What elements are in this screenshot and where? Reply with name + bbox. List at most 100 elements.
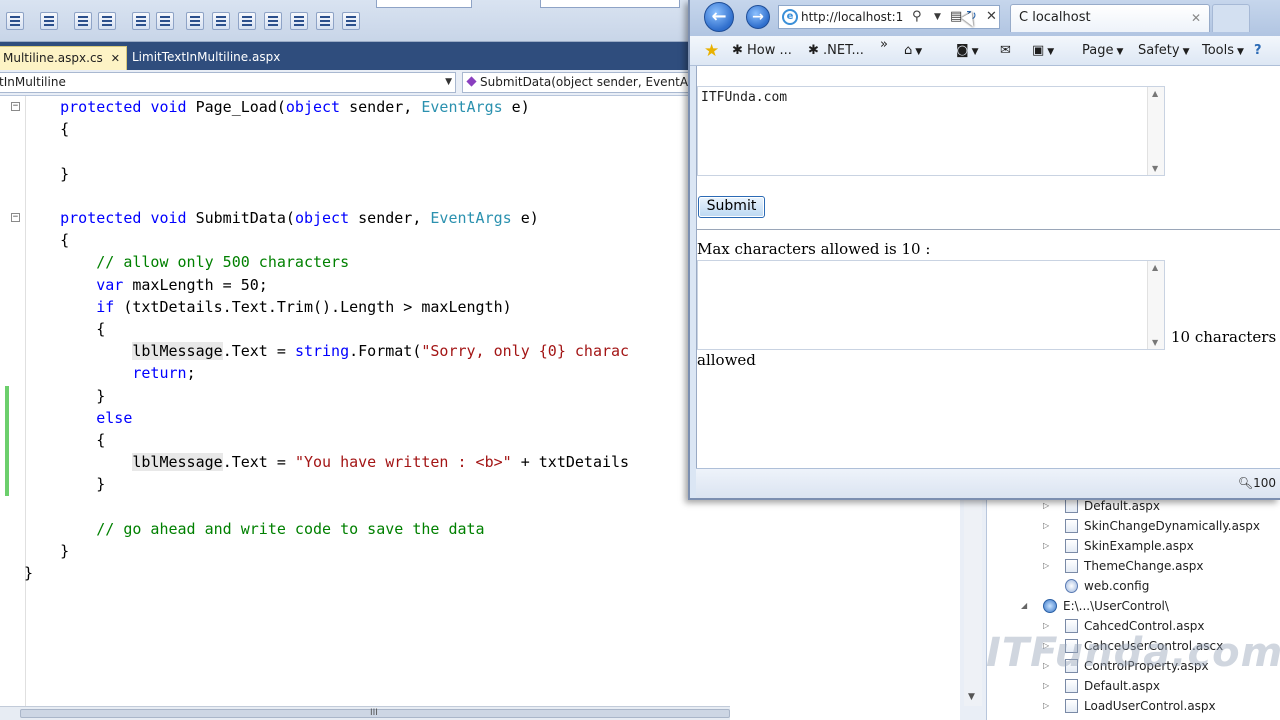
indent-icon[interactable] [74,12,92,30]
textarea-scrollbar[interactable]: ▲ ▼ [1147,261,1164,349]
code-token: ; [186,364,196,383]
expand-arrow-icon[interactable]: ▷ [1043,676,1049,696]
uncomment-icon[interactable] [156,12,174,30]
find-icon[interactable] [316,12,334,30]
align-center-icon[interactable] [40,12,58,30]
chevron-down-icon: ▼ [445,77,452,87]
next-bookmark-icon[interactable] [238,12,256,30]
solution-item[interactable]: ▷ ThemeChange.aspx [1043,556,1203,576]
comment-icon[interactable] [132,12,150,30]
expand-arrow-icon[interactable]: ▷ [1043,516,1049,536]
outdent-icon[interactable] [98,12,116,30]
code-line[interactable] [24,496,684,518]
scroll-up-icon[interactable]: ▲ [1152,263,1158,272]
zoom-icon: 🔍︎ [1237,476,1254,490]
expand-arrow-icon[interactable]: ▷ [1043,536,1049,556]
solution-item[interactable]: ◢ E:\...\UserControl\ [1021,596,1169,616]
tab-markup[interactable]: LimitTextInMultiline.aspx [126,46,286,70]
expand-arrow-icon[interactable]: ▷ [1043,556,1049,576]
textarea-scrollbar[interactable]: ▲ ▼ [1147,87,1164,175]
member-dropdown[interactable]: SubmitData(object sender, EventArgs [462,72,694,93]
code-line[interactable]: return; [24,362,684,384]
scroll-up-icon[interactable]: ▲ [1152,89,1158,98]
solution-item[interactable]: ▷ LoadUserControl.aspx [1043,696,1216,716]
code-token: } [24,542,70,561]
solution-item[interactable]: web.config [1065,576,1149,596]
bookmark-icon[interactable] [186,12,204,30]
code-text[interactable]: protected void Page_Load(object sender, … [24,96,684,584]
find-combo[interactable] [540,0,680,8]
code-line[interactable]: } [24,473,684,495]
expand-arrow-icon[interactable]: ▷ [1043,696,1049,716]
safety-menu[interactable]: Safety ▼ [1138,36,1190,66]
tools-menu[interactable]: Tools ▼ [1202,36,1244,66]
collapse-icon[interactable]: − [11,102,20,111]
address-dropdown-icon[interactable]: ▼ [934,5,941,29]
code-token: if [96,297,115,316]
code-line[interactable]: lblMessage.Text = "You have written : <b… [24,451,684,473]
close-icon[interactable]: ✕ [1191,5,1201,31]
code-line[interactable]: } [24,540,684,562]
code-line[interactable]: { [24,429,684,451]
code-line[interactable]: } [24,163,684,185]
class-dropdown[interactable]: tInMultiline ▼ [0,72,456,93]
browser-tab-localhost[interactable]: C localhost ✕ [1010,4,1210,32]
replace-icon[interactable] [342,12,360,30]
page-menu[interactable]: Page ▼ [1082,36,1123,66]
scroll-down-icon[interactable]: ▼ [1152,164,1158,173]
solution-item[interactable]: ▷ Default.aspx [1043,676,1160,696]
favorites-star-icon[interactable]: ★ [704,36,719,66]
code-line[interactable]: if (txtDetails.Text.Trim().Length > maxL… [24,296,684,318]
details-textarea[interactable]: ITFUnda.com ▲ ▼ [697,86,1165,176]
submit-button[interactable]: Submit [698,196,765,218]
code-editor[interactable]: − − protected void Page_Load(object send… [0,96,690,706]
code-line[interactable]: { [24,318,684,340]
zoom-level[interactable]: 🔍︎100 [1238,469,1276,497]
prev-bookmark-icon[interactable] [212,12,230,30]
tab-codebehind[interactable]: Multiline.aspx.cs ✕ [0,46,128,70]
scroll-down-icon[interactable]: ▼ [968,692,975,702]
editor-horizontal-scrollbar[interactable]: III [0,706,730,720]
code-line[interactable]: // allow only 500 characters [24,251,684,273]
code-line[interactable]: protected void SubmitData(object sender,… [24,207,684,229]
forward-button[interactable]: → [746,5,770,29]
stop-icon[interactable]: ✕ [986,5,997,29]
code-token: lblMessage [132,453,223,472]
limited-textarea[interactable]: ▲ ▼ [697,260,1165,350]
solution-config-combo[interactable] [376,0,472,8]
collapse-icon[interactable]: − [11,213,20,222]
code-line[interactable]: else [24,407,684,429]
mail-icon[interactable]: ✉ [1000,36,1011,66]
scroll-down-icon[interactable]: ▼ [1152,338,1158,347]
home-icon[interactable]: ⌂ ▼ [904,36,922,66]
print-icon[interactable]: ▣ ▼ [1032,36,1054,66]
next-file-icon[interactable] [290,12,308,30]
search-icon[interactable]: ⚲ [912,5,922,29]
solution-item[interactable]: ▷ SkinExample.aspx [1043,536,1194,556]
code-line[interactable]: var maxLength = 50; [24,274,684,296]
close-icon[interactable]: ✕ [111,52,120,65]
code-line[interactable]: } [24,562,684,584]
rss-feed-icon[interactable]: ◙ ▼ [956,36,979,66]
solution-explorer-scrollbar[interactable]: ▼ [964,500,982,706]
code-line[interactable]: { [24,229,684,251]
code-line[interactable]: protected void Page_Load(object sender, … [24,96,684,118]
menu-label: Page [1082,43,1114,58]
favorite-how[interactable]: ✱ How ... [732,36,792,66]
solution-item[interactable]: ▷ SkinChangeDynamically.aspx [1043,516,1260,536]
code-line[interactable] [24,185,684,207]
more-favorites-icon[interactable]: » [880,30,888,60]
align-left-icon[interactable] [6,12,24,30]
favorite-dotnet[interactable]: ✱ .NET... [808,36,864,66]
prev-file-icon[interactable] [264,12,282,30]
back-button[interactable]: ← [704,2,734,32]
code-line[interactable]: // go ahead and write code to save the d… [24,518,684,540]
code-line[interactable]: } [24,385,684,407]
expand-arrow-icon[interactable]: ◢ [1021,596,1027,616]
new-tab-button[interactable] [1212,4,1250,32]
code-line[interactable]: lblMessage.Text = string.Format("Sorry, … [24,340,684,362]
code-line[interactable]: { [24,118,684,140]
code-line[interactable] [24,140,684,162]
help-icon[interactable]: ? [1254,36,1262,66]
